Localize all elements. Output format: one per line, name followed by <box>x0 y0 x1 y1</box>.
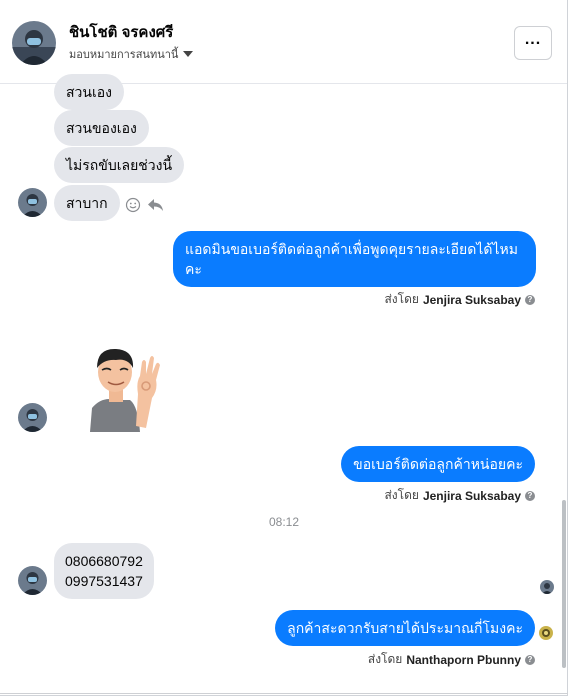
question-icon[interactable]: ? <box>525 490 535 501</box>
sent-by-prefix: ส่งโดย <box>367 652 403 666</box>
seen-avatar <box>539 626 553 640</box>
sent-by-label: ส่งโดย Jenjira Suksabay ? <box>384 290 535 309</box>
conversation-panel: ชินโชติ จรคงศรี มอบหมายการสนทนานี้ ... ส… <box>0 0 568 696</box>
seen-avatar <box>540 580 554 594</box>
sent-by-prefix: ส่งโดย <box>384 292 419 306</box>
message-line: แอดมินขอเบอร์ติดต่อลูกค้าเพื่อพูดคุยรายล… <box>185 241 518 257</box>
incoming-message[interactable]: สาบาก <box>54 185 120 221</box>
more-icon: ... <box>524 31 542 48</box>
sender-name: Jenjira Suksabay <box>422 488 521 503</box>
smiley-icon[interactable] <box>125 197 141 218</box>
divider <box>0 693 568 694</box>
reply-icon[interactable] <box>147 197 164 218</box>
outgoing-message[interactable]: แอดมินขอเบอร์ติดต่อลูกค้าเพื่อพูดคุยรายล… <box>173 231 536 287</box>
incoming-message[interactable]: 0806680792 0997531437 <box>54 543 154 599</box>
conversation-header: ชินโชติ จรคงศรี มอบหมายการสนทนานี้ ... <box>0 0 567 84</box>
sender-avatar <box>18 188 47 217</box>
sender-avatar <box>18 566 47 595</box>
outgoing-message[interactable]: ขอเบอร์ติดต่อลูกค้าหน่อยคะ <box>341 446 535 482</box>
sticker-image[interactable] <box>80 340 162 437</box>
scrollbar[interactable] <box>562 500 566 668</box>
contact-name: ชินโชติ จรคงศรี <box>69 24 174 41</box>
sent-by-label: ส่งโดย Nanthaporn Pbunny ? <box>368 650 535 669</box>
question-icon[interactable]: ? <box>525 654 535 665</box>
message-line: 0806680792 <box>65 553 143 569</box>
outgoing-message[interactable]: ลูกค้าสะดวกรับสายได้ประมาณกี่โมงคะ <box>275 610 535 646</box>
sent-by-label: ส่งโดย Jenjira Suksabay ? <box>384 486 535 505</box>
more-options-button[interactable]: ... <box>514 26 552 60</box>
caret-down-icon <box>183 51 194 57</box>
incoming-message[interactable]: สวนของเอง <box>54 110 149 146</box>
sent-by-prefix: ส่งโดย <box>384 488 419 502</box>
incoming-message[interactable]: ไม่รถขับเลยช่วงนี้ <box>54 147 185 183</box>
incoming-message[interactable]: สวนเอง <box>54 74 125 110</box>
sender-avatar <box>18 403 47 432</box>
sender-name: Jenjira Suksabay <box>422 292 521 307</box>
question-icon[interactable]: ? <box>525 294 535 305</box>
assign-label: มอบหมายการสนทนานี้ <box>69 49 179 61</box>
message-line: 0997531437 <box>65 573 143 589</box>
sender-name: Nanthaporn Pbunny <box>406 652 521 667</box>
message-timestamp: 08:12 <box>268 515 300 529</box>
assign-conversation-dropdown[interactable]: มอบหมายการสนทนานี้ <box>69 45 194 63</box>
contact-avatar[interactable] <box>12 21 56 65</box>
message-line: คะ <box>185 261 202 277</box>
